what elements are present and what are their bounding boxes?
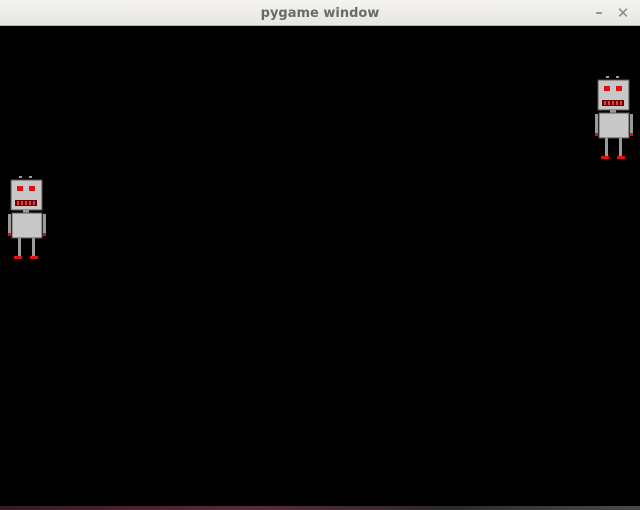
robot-sprite	[8, 176, 46, 259]
close-button[interactable]: ✕	[614, 4, 632, 22]
game-canvas[interactable]	[0, 26, 640, 506]
window-title: pygame window	[260, 6, 380, 21]
title-bar[interactable]: pygame window – ✕	[0, 0, 640, 26]
minimize-button[interactable]: –	[590, 4, 608, 22]
pygame-window: pygame window – ✕	[0, 0, 640, 510]
desktop-edge	[0, 506, 640, 510]
robot-sprite	[595, 76, 633, 159]
